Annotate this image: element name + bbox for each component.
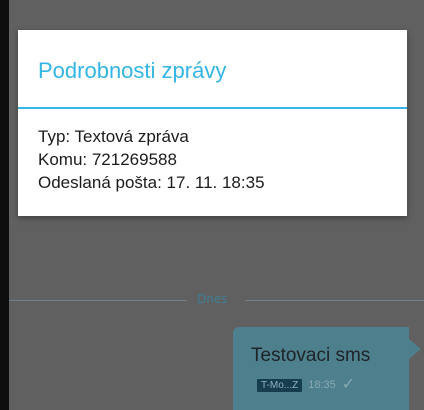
sim-badge: T-Mo...Z — [257, 378, 303, 392]
date-separator-label: Dnes — [197, 292, 228, 306]
date-separator: Dnes — [9, 292, 424, 310]
message-text: Testovaci sms — [251, 345, 371, 366]
dialog-divider — [18, 107, 407, 109]
message-details-dialog: Podrobnosti zprávy Typ: Textová zpráva K… — [18, 30, 407, 216]
detail-type: Typ: Textová zpráva — [38, 127, 189, 146]
check-icon: ✓ — [341, 376, 356, 393]
dialog-title: Podrobnosti zprávy — [38, 58, 227, 83]
date-separator-line-left — [9, 300, 187, 301]
dialog-body: Typ: Textová zpráva Komu: 721269588 Odes… — [38, 125, 265, 194]
message-time: 18:35 — [308, 379, 336, 391]
outgoing-message-bubble[interactable]: Testovaci sms T-Mo...Z 18:35 ✓ — [233, 327, 421, 410]
date-separator-line-right — [245, 300, 424, 301]
screen-edge — [0, 0, 9, 410]
message-meta: T-Mo...Z 18:35 ✓ — [257, 376, 355, 394]
detail-recipient: Komu: 721269588 — [38, 150, 177, 169]
detail-sent: Odeslaná pošta: 17. 11. 18:35 — [38, 173, 265, 192]
